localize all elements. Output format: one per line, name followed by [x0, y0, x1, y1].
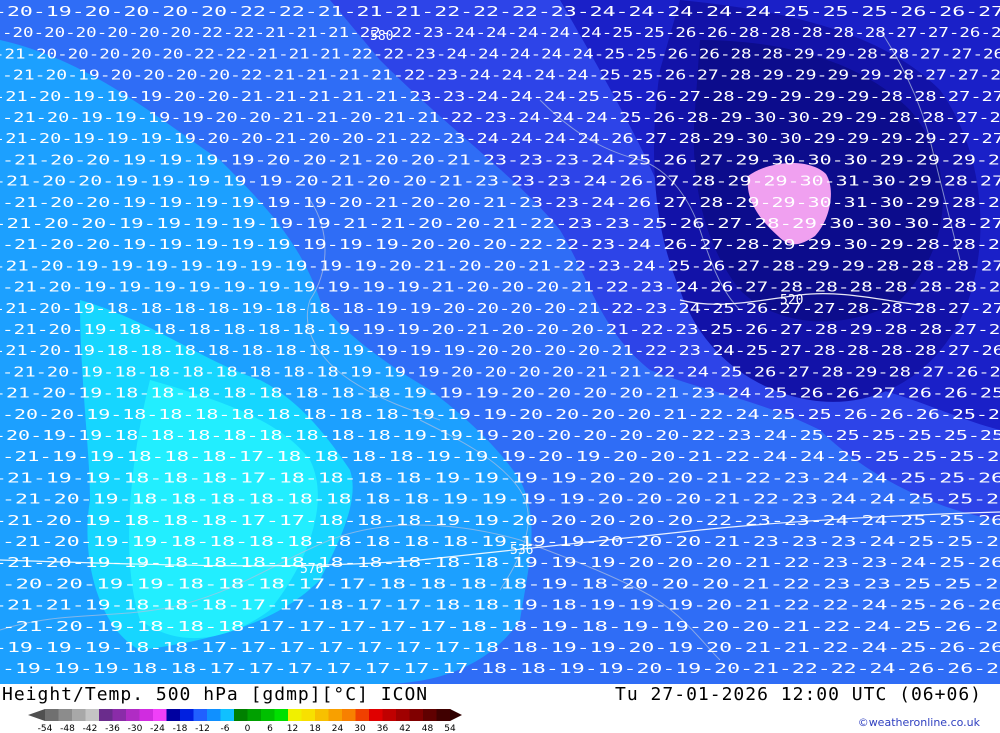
legend-tick-label: 36: [377, 724, 389, 733]
legend-tick-label: -36: [105, 724, 120, 733]
legend-swatch: [193, 709, 208, 721]
temperature-row: -21-20-19-18-18-18-18-19-18-18-18-19-19-…: [0, 302, 1000, 317]
temperature-row: -21-21-19-18-18-18-17-17-18-17-17-18-18-…: [0, 599, 1000, 614]
temperature-row: -21-20-20-20-20-20-22-22-21-21-21-22-22-…: [0, 47, 1000, 62]
temperature-row: -21-19-19-18-18-18-17-18-18-18-18-19-19-…: [2, 450, 1000, 465]
temperature-row: -21-20-19-19-18-18-18-18-18-18-18-18-19-…: [2, 535, 1000, 550]
legend-swatch: [261, 709, 275, 721]
temperature-row: -21-20-19-20-20-20-20-22-21-21-21-21-22-…: [2, 69, 1000, 84]
legend-tick-label: 24: [332, 724, 344, 733]
legend-swatch: [72, 709, 86, 721]
temperature-row: -21-20-20-19-19-19-19-20-20-21-20-20-21-…: [2, 153, 1000, 168]
temperature-row: -21-19-19-18-18-18-17-18-18-18-18-19-19-…: [0, 471, 1000, 486]
temperature-row: -21-20-19-18-18-18-18-18-18-18-18-19-19-…: [2, 493, 1000, 508]
legend-swatch: [247, 709, 262, 721]
legend-swatch: [436, 709, 451, 721]
color-legend: -54 -48 -42 -36 -30 -24 -18 -12 -6 0 6 12 18 24 30 36 42…: [28, 709, 462, 733]
temperature-row: -21-20-19-18-18-18-18-18-18-19-19-19-20-…: [2, 323, 1000, 338]
legend-tick-label: 54: [444, 724, 456, 733]
valid-time: Tu 27-01-2026 12:00 UTC (06+06): [615, 684, 982, 705]
temperature-row: -21-20-19-19-19-19-19-19-19-19-19-19-21-…: [2, 281, 1000, 296]
legend-tick-label: 12: [287, 724, 298, 733]
temperature-row: -21-20-19-19-19-20-20-21-21-21-21-21-23-…: [0, 90, 1000, 105]
map-area: 576 580 536 520 -20-19-20-20-20-20-22-22-21…: [0, 0, 1000, 684]
legend-swatch: [234, 709, 248, 721]
legend-swatch: [355, 709, 370, 721]
temperature-row: -21-20-19-19-19-19-20-20-21-21-20-21-21-…: [2, 111, 1000, 126]
legend-tick-label: 30: [354, 724, 366, 733]
legend-swatch: [328, 709, 343, 721]
credit-link[interactable]: ©weatheronline.co.uk: [858, 716, 980, 729]
legend-swatch: [396, 709, 410, 721]
legend-tick-label: -48: [60, 724, 75, 733]
legend-arrow-right: [450, 709, 462, 721]
temperature-row: -21-20-19-18-18-18-18-18-18-18-19-19-19-…: [2, 365, 1000, 380]
legend-swatch: [423, 709, 437, 721]
legend-swatch: [166, 709, 181, 721]
legend-swatch: [369, 709, 383, 721]
temperature-row: -20-19-20-20-20-20-22-22-21-21-21-22-22-…: [0, 5, 1000, 20]
legend-tick-label: 18: [309, 724, 321, 733]
temperature-row: -21-20-20-19-19-19-19-19-19-19-19-20-20-…: [2, 238, 1000, 253]
legend-swatch: [112, 709, 127, 721]
legend-tick-label: 48: [422, 724, 434, 733]
temperature-row: -21-20-20-19-19-19-19-19-19-21-21-20-20-…: [0, 217, 1000, 232]
temperature-row: -20-20-19-19-18-18-18-17-17-18-18-18-18-…: [2, 577, 1000, 592]
legend-swatch: [288, 709, 302, 721]
legend-tick-label: -24: [150, 724, 165, 733]
temperature-row: -19-19-19-18-18-17-17-17-17-17-17-17-18-…: [0, 641, 1000, 656]
legend-swatch: [99, 709, 113, 721]
legend-swatch: [45, 709, 59, 721]
legend-tick-label: 42: [399, 724, 410, 733]
weather-map-page: 576 580 536 520 -20-19-20-20-20-20-22-22-21…: [0, 0, 1000, 733]
legend-tick-label: -30: [128, 724, 143, 733]
legend-swatch: [315, 709, 329, 721]
legend-swatch: [274, 709, 289, 721]
legend-tick-label: -54: [38, 724, 53, 733]
legend-swatches: [28, 709, 462, 721]
temperature-row: -20-19-19-18-18-18-18-18-18-18-18-19-19-…: [0, 429, 1000, 444]
temperature-row: -20-20-19-18-18-18-18-18-18-18-18-19-19-…: [2, 408, 1000, 423]
temperature-row: -20-20-20-20-20-20-22-22-21-21-21-22-22-…: [2, 26, 1000, 41]
legend-swatch: [180, 709, 194, 721]
temperature-row: -21-20-19-19-18-18-18-18-18-18-18-18-18-…: [0, 556, 1000, 571]
temperature-row: -21-20-20-19-19-19-19-19-19-20-21-20-20-…: [2, 196, 1000, 211]
legend-swatch: [301, 709, 316, 721]
temperature-row: -21-20-19-18-18-18-18-18-18-18-18-19-19-…: [0, 387, 1000, 402]
temperature-row: -21-20-19-18-18-18-18-18-18-18-19-19-19-…: [0, 344, 1000, 359]
legend-swatch: [139, 709, 154, 721]
temperature-row: -21-20-19-19-19-19-19-19-19-19-19-20-21-…: [0, 259, 1000, 274]
temperature-row: -19-19-19-18-18-17-17-17-17-17-17-17-18-…: [2, 662, 1000, 677]
legend-swatch: [409, 709, 424, 721]
temperature-row: -21-20-19-18-18-18-17-17-18-18-18-19-19-…: [0, 514, 1000, 529]
legend-tick-label: 0: [245, 724, 251, 733]
temperature-row: -21-20-19-18-18-18-17-17-17-17-17-18-18-…: [2, 620, 1000, 635]
map-title: Height/Temp. 500 hPa [gdmp][°C] ICON: [2, 684, 429, 705]
legend-swatch: [58, 709, 73, 721]
legend-tick-label: -18: [173, 724, 188, 733]
legend-swatch: [220, 709, 235, 721]
legend-tick-label: 6: [267, 724, 273, 733]
legend-swatch: [207, 709, 221, 721]
legend-swatch: [126, 709, 140, 721]
temperature-row: -21-20-20-19-19-19-19-19-20-21-20-20-21-…: [0, 175, 1000, 190]
legend-swatch: [382, 709, 397, 721]
legend-swatch: [85, 709, 100, 721]
map-footer: Height/Temp. 500 hPa [gdmp][°C] ICON Tu …: [0, 684, 1000, 733]
temperature-map: 576580536520 -20-19-20-20-20-20-22-22-21…: [0, 0, 1000, 684]
temperature-row: -21-20-19-19-19-19-20-20-21-20-20-21-22-…: [0, 132, 1000, 147]
legend-swatch: [153, 709, 167, 721]
legend-tick-label: -42: [83, 724, 98, 733]
legend-tick-label: -12: [195, 724, 210, 733]
legend-arrow-left: [28, 709, 45, 721]
legend-tick-labels: -54 -48 -42 -36 -30 -24 -18 -12 -6 0 6 12 18 24 30 36 42…: [38, 724, 456, 733]
legend-swatch: [342, 709, 356, 721]
legend-tick-label: -6: [221, 724, 230, 733]
